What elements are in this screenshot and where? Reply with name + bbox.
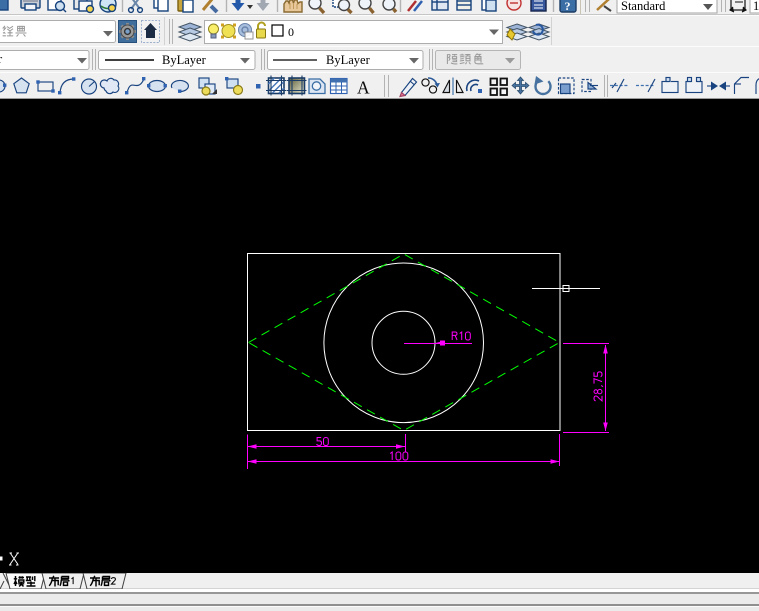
svg-text:ByLayer: ByLayer (162, 53, 207, 67)
svg-text:?: ? (565, 0, 571, 13)
svg-text:A: A (357, 78, 370, 98)
svg-text:1: 1 (753, 0, 759, 13)
svg-text:0: 0 (288, 25, 294, 39)
svg-text:ByLayer: ByLayer (326, 53, 371, 67)
svg-text:Standard: Standard (621, 0, 666, 13)
